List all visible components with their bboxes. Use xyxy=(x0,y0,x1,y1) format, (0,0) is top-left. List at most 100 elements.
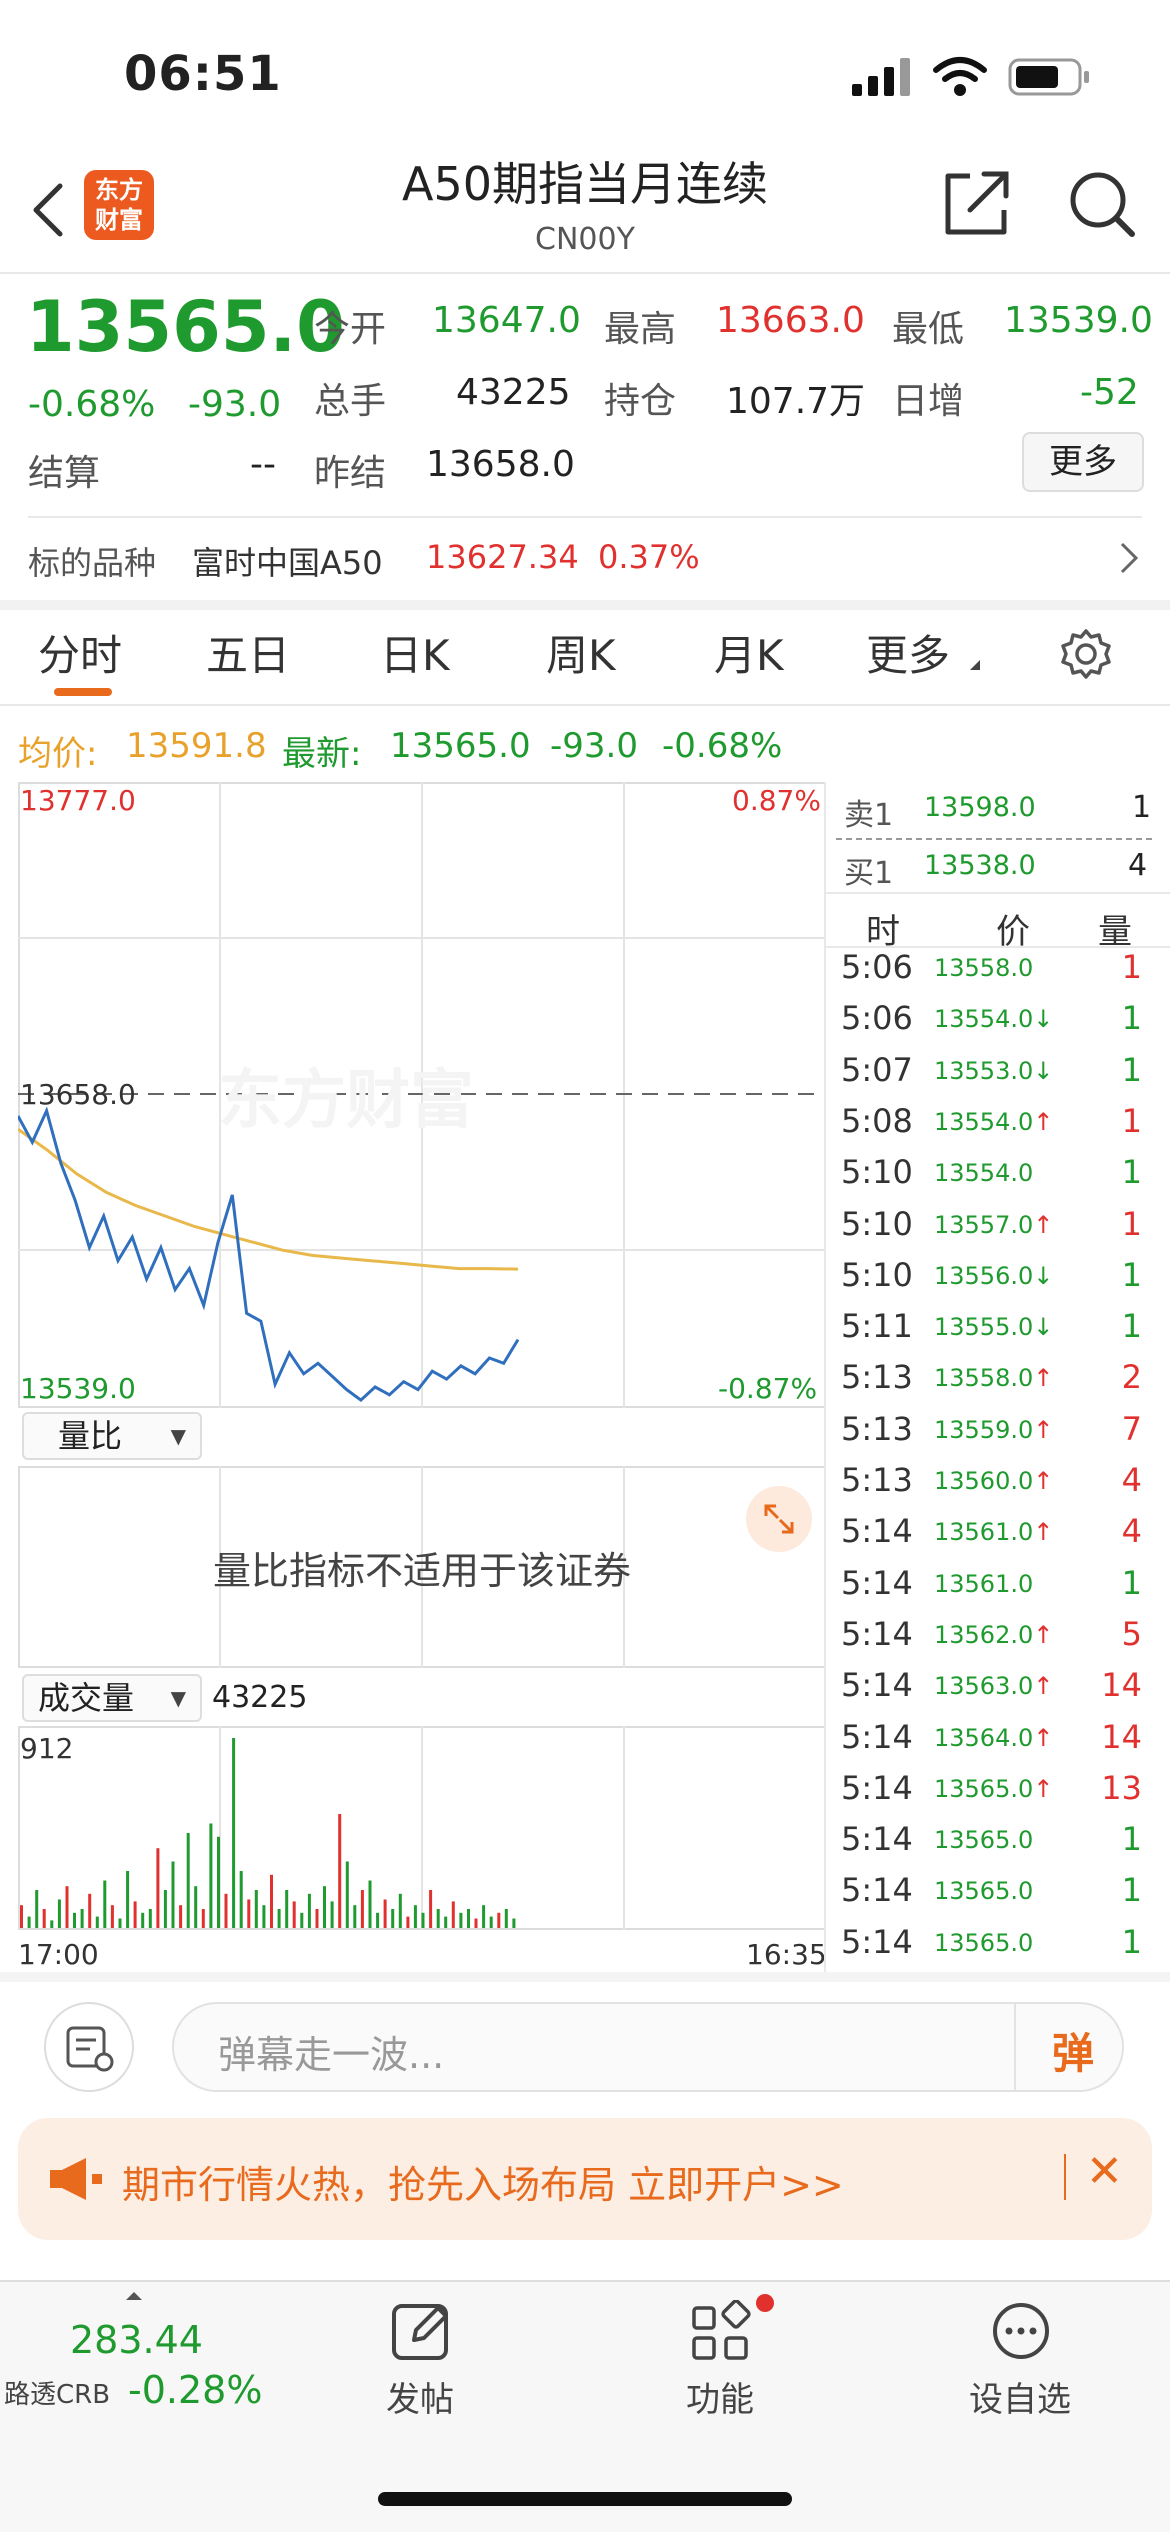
tick-row: 5:13 13559.0↑ 7 xyxy=(826,1410,1160,1461)
volume-bar xyxy=(467,1909,470,1928)
expand-icon[interactable] xyxy=(746,1486,812,1552)
pct-top-label: 0.87% xyxy=(732,784,821,817)
nav-post[interactable]: 发帖 xyxy=(320,2372,520,2421)
underlying-label: 标的品种 xyxy=(28,544,157,582)
ratio-dropdown[interactable]: 量比 ▼ xyxy=(22,1412,202,1460)
settle-label: 结算 xyxy=(28,453,101,494)
tick-volume: 1 xyxy=(1121,1820,1142,1859)
volume-bar xyxy=(88,1893,92,1928)
ticker-name[interactable]: 路透CRB xyxy=(4,2374,110,2411)
tick-price: 13557.0↑ xyxy=(934,1210,1054,1239)
tick-price: 13553.0↓ xyxy=(934,1056,1054,1085)
section-gap-2 xyxy=(0,1972,1170,1982)
volume-bar xyxy=(300,1912,304,1928)
tab-more[interactable]: 更多 xyxy=(866,622,950,683)
volume-bar xyxy=(73,1912,76,1928)
tick-price: 13554.0↑ xyxy=(934,1107,1054,1136)
tick-time: 5:14 xyxy=(841,1666,913,1705)
tick-time: 5:10 xyxy=(841,1153,913,1192)
volume-bar xyxy=(254,1890,258,1928)
share-icon[interactable] xyxy=(940,168,1012,240)
tick-row: 5:11 13555.0↓ 1 xyxy=(826,1307,1160,1358)
banner-text: 期市行情火热，抢先入场布局 立即开户>> xyxy=(122,2163,844,2207)
post-icon[interactable] xyxy=(390,2300,452,2362)
tick-arrow-icon: ↑ xyxy=(1033,1210,1054,1239)
ticker-pct[interactable]: -0.28% xyxy=(128,2368,262,2412)
tick-row: 5:07 13553.0↓ 1 xyxy=(826,1051,1160,1102)
volume-bar xyxy=(179,1905,183,1928)
tick-price: 13562.0↑ xyxy=(934,1620,1054,1649)
tick-price: 13565.0↑ xyxy=(934,1774,1054,1803)
tick-arrow-icon: ↑ xyxy=(1033,1774,1054,1803)
page-subtitle: CN00Y xyxy=(535,222,635,257)
pct-bottom-label: -0.87% xyxy=(718,1372,818,1405)
tick-arrow-icon: ↓ xyxy=(1033,1313,1054,1342)
ask-label: 卖1 xyxy=(844,798,894,833)
danmu-input[interactable]: 弹幕走一波... 弹 xyxy=(172,2002,1124,2092)
tick-price: 13558.0↑ xyxy=(934,1364,1054,1393)
volume-bar xyxy=(413,1905,417,1928)
volume-dropdown[interactable]: 成交量 ▼ xyxy=(22,1674,202,1722)
bid-price: 13538.0 xyxy=(924,850,1036,881)
low-label: 最低 xyxy=(892,309,965,350)
settings-icon[interactable] xyxy=(1060,628,1112,680)
promo-banner[interactable]: 期市行情火热，抢先入场布局 立即开户>> ✕ xyxy=(18,2118,1152,2240)
active-tab-indicator xyxy=(54,688,112,696)
danmu-list-button[interactable] xyxy=(44,2002,134,2092)
nav-add-watchlist[interactable]: 设自选 xyxy=(920,2372,1120,2421)
more-button[interactable]: 更多 xyxy=(1022,432,1144,492)
tick-time: 5:14 xyxy=(841,1820,913,1859)
volume-bar xyxy=(421,1912,425,1928)
tick-volume: 1 xyxy=(1121,1307,1142,1346)
volume-bar xyxy=(436,1909,440,1928)
price-chart: 东方财富 xyxy=(18,782,826,1408)
dropdown-triangle-icon xyxy=(970,660,980,670)
tick-time: 5:14 xyxy=(841,1768,913,1807)
volume-bar xyxy=(35,1890,39,1928)
volume-bar xyxy=(103,1880,107,1928)
tab-weekly-k[interactable]: 周K xyxy=(546,622,616,683)
tick-price: 13565.0 xyxy=(934,1826,1034,1855)
tick-arrow-icon: ↑ xyxy=(1033,1415,1054,1444)
low-value: 13539.0 xyxy=(1004,300,1153,341)
chevron-right-icon[interactable] xyxy=(1118,540,1140,576)
status-time: 06:51 xyxy=(124,46,282,102)
tick-row: 5:10 13554.0 1 xyxy=(826,1153,1160,1204)
tab-intraday[interactable]: 分时 xyxy=(38,622,122,683)
nav-functions[interactable]: 功能 xyxy=(620,2372,820,2421)
tab-monthly-k[interactable]: 月K xyxy=(714,622,784,683)
back-icon[interactable] xyxy=(30,182,66,238)
close-icon[interactable]: ✕ xyxy=(1086,2146,1123,2197)
tick-time: 5:14 xyxy=(841,1717,913,1756)
volume-bar xyxy=(95,1916,99,1928)
search-icon[interactable] xyxy=(1066,168,1138,240)
underlying-name[interactable]: 富时中国A50 xyxy=(192,538,383,584)
tick-arrow-icon: ↑ xyxy=(1033,1518,1054,1547)
danmu-toggle-button[interactable]: 弹 xyxy=(1052,2020,1094,2081)
tick-volume: 13 xyxy=(1101,1768,1142,1807)
volume-bar xyxy=(232,1738,236,1928)
tabs-divider xyxy=(0,704,1170,706)
tick-time: 5:06 xyxy=(841,948,913,986)
tick-volume: 1 xyxy=(1121,1101,1142,1140)
volume-max-label: 912 xyxy=(20,1732,74,1765)
tick-volume: 5 xyxy=(1121,1614,1142,1653)
volume-bar xyxy=(262,1905,266,1928)
tick-volume: 1 xyxy=(1121,1050,1142,1089)
tick-price: 13561.0 xyxy=(934,1569,1034,1598)
tick-row: 5:10 13556.0↓ 1 xyxy=(826,1256,1160,1307)
tab-daily-k[interactable]: 日K xyxy=(380,622,450,683)
tick-row: 5:14 13563.0↑ 14 xyxy=(826,1666,1160,1717)
volume-bar xyxy=(345,1861,349,1928)
volume-bar xyxy=(133,1901,137,1928)
tick-time: 5:14 xyxy=(841,1614,913,1653)
home-indicator xyxy=(378,2492,792,2506)
more-circle-icon[interactable] xyxy=(990,2300,1052,2362)
tab-5day[interactable]: 五日 xyxy=(206,622,290,683)
tick-row: 5:13 13558.0↑ 2 xyxy=(826,1358,1160,1409)
volume-bar xyxy=(186,1833,190,1928)
functions-icon[interactable] xyxy=(690,2300,752,2362)
danmu-placeholder: 弹幕走一波... xyxy=(218,2033,445,2077)
tick-arrow-icon: ↑ xyxy=(1033,1467,1054,1495)
ticker-value[interactable]: 283.44 xyxy=(70,2318,203,2362)
